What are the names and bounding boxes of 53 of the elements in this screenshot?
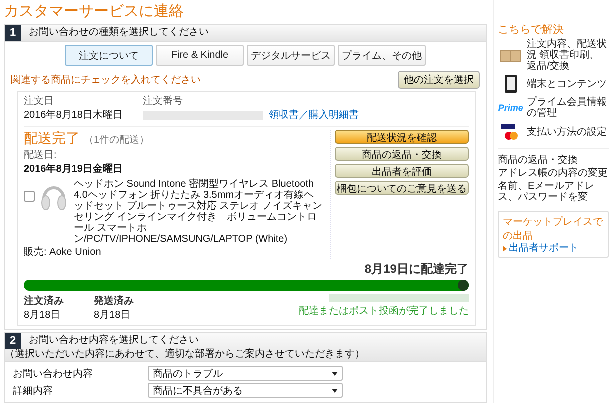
help-link[interactable]: 名前、Eメールアドレス、パスワードを変 bbox=[498, 181, 609, 203]
caret-icon bbox=[332, 372, 338, 376]
tab[interactable]: Fire & Kindle bbox=[156, 45, 244, 66]
progress-headline: 8月19日に配達完了 bbox=[364, 261, 469, 278]
shipment-count: （1件の配送） bbox=[84, 134, 150, 147]
help-link[interactable]: 商品の返品・交換 bbox=[498, 155, 609, 166]
step-date: 8月18日 bbox=[94, 309, 132, 322]
page-title: カスタマーサービスに連絡 bbox=[4, 2, 185, 21]
section-title: お問い合わせ内容を選択してください bbox=[29, 335, 199, 347]
delivery-note: 配達またはポスト投函が完了しました bbox=[298, 304, 469, 318]
section-note: （選択いただいた内容にあわせて、適切な部署からご案内させていただきます） bbox=[5, 349, 365, 361]
delivery-status: 配送完了 bbox=[24, 130, 80, 148]
sidebar-title: こちらで解決 bbox=[498, 23, 565, 37]
chevron-icon bbox=[502, 246, 507, 252]
hint-text: 関連する商品にチェックを入れてください bbox=[11, 74, 201, 87]
dropdown[interactable]: 商品に不具合がある bbox=[148, 383, 343, 398]
field-label: 注文日 bbox=[24, 94, 55, 108]
action-button[interactable]: 商品の返品・交換 bbox=[334, 147, 469, 161]
step-label: 注文済み bbox=[24, 294, 64, 308]
prime-logo: Prime bbox=[498, 103, 524, 113]
help-link[interactable]: アドレス帳の内容の変更 bbox=[498, 168, 609, 179]
box-icon bbox=[500, 48, 522, 62]
section-title: お問い合わせの種類を選択してください bbox=[29, 27, 209, 39]
product-title[interactable]: ヘッドホン Sound Intone 密閉型ワイヤレス Bluetooth 4.0ヘッドフォン 折りたたみ 3.5mmオーディオ有線ヘッドセット ブルートゥース対応 ステレオ ノイズキャンセリング インラインマイク付き ボリュームコントロール スマートホン/PC/TV/IPHONE/SAMSUNG/LAPTOP (White) bbox=[74, 179, 324, 245]
help-link[interactable]: 支払い方法の設定 bbox=[526, 126, 607, 138]
tab[interactable]: プライム、その他 bbox=[338, 45, 426, 66]
marketplace-title: マーケットプレイスでの出品 bbox=[502, 216, 604, 242]
delivery-date: 2016年8月19日金曜日 bbox=[24, 162, 124, 176]
dropdown[interactable]: 商品のトラブル bbox=[148, 366, 343, 381]
seller-support-link[interactable]: 出品者サポート bbox=[508, 243, 579, 254]
help-link[interactable]: プライム会員情報の管理 bbox=[526, 97, 609, 119]
step-date: 8月18日 bbox=[24, 309, 62, 322]
tab[interactable]: 注文について bbox=[64, 45, 153, 66]
action-button[interactable]: 梱包についてのご意見を送る bbox=[334, 181, 469, 195]
other-order-button[interactable]: 他の注文を選択 bbox=[398, 71, 480, 89]
order-date: 2016年8月18日木曜日 bbox=[24, 108, 123, 122]
field-label: 注文番号 bbox=[142, 94, 184, 108]
action-button[interactable]: 配送状況を確認 bbox=[334, 130, 469, 144]
step-number: 2 bbox=[5, 333, 21, 349]
help-link[interactable]: 端末とコンテンツ bbox=[526, 78, 607, 90]
field-label: 配送日: bbox=[24, 149, 58, 162]
receipt-link[interactable]: 領収書／購入明細書 bbox=[268, 108, 359, 122]
tab[interactable]: デジタルサービス bbox=[246, 45, 335, 66]
caret-icon bbox=[332, 388, 338, 392]
step-label: 発送済み bbox=[94, 294, 134, 308]
tablet-icon bbox=[504, 74, 518, 94]
action-button[interactable]: 出品者を評価 bbox=[334, 164, 469, 178]
step-number: 1 bbox=[5, 25, 21, 41]
field-label: 詳細内容 bbox=[13, 384, 54, 398]
item-checkbox[interactable] bbox=[24, 191, 35, 202]
field-label: お問い合わせ内容 bbox=[13, 368, 94, 380]
help-link[interactable]: 注文内容、配送状況 領収書印刷、返品/交換 bbox=[526, 39, 609, 72]
seller-name: 販売: Aoke Union bbox=[24, 246, 102, 259]
